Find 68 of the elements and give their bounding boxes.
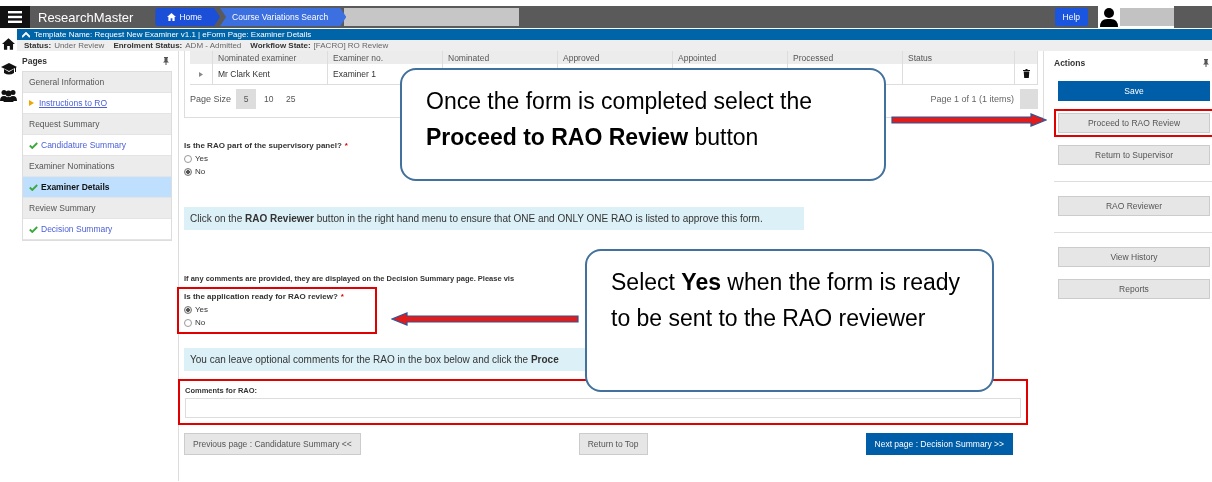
home-icon[interactable] [2, 38, 15, 50]
menu-icon[interactable] [0, 6, 30, 28]
action-button[interactable]: Return to Supervisor [1058, 145, 1210, 165]
pin-icon[interactable] [163, 57, 169, 65]
collapse-icon[interactable] [22, 31, 30, 38]
column-header[interactable]: Nominated [442, 51, 558, 64]
help-button[interactable]: Help [1054, 8, 1088, 26]
question-label: Is the RAO part of the supervisory panel? [184, 141, 342, 150]
nav-button[interactable]: Previous page : Candidature Summary << [184, 433, 361, 455]
option-label: Yes [195, 305, 209, 314]
expand-icon[interactable] [199, 72, 203, 77]
user-icon [1100, 7, 1118, 27]
required-mark: * [340, 292, 344, 301]
action-button[interactable]: RAO Reviewer [1058, 196, 1210, 216]
option-label: Yes [195, 154, 209, 163]
sidebar-group: Request Summary [23, 114, 171, 135]
nav-button[interactable]: Return to Top [578, 433, 648, 455]
status-value: [FACRO] RO Review [313, 41, 389, 50]
home-icon [167, 13, 177, 21]
column-header[interactable]: Status [902, 51, 1015, 64]
column-header[interactable]: Processed [787, 51, 903, 64]
option-label: No [195, 318, 206, 327]
status-value: Under Review [54, 41, 105, 50]
radio-button[interactable] [184, 167, 192, 176]
required-mark: * [344, 141, 348, 150]
trash-icon[interactable] [1022, 68, 1030, 78]
breadcrumb[interactable]: Home [155, 8, 221, 26]
page-size-label: Page Size [190, 94, 232, 104]
sidebar-title: Pages [22, 56, 48, 66]
column-header[interactable]: Nominated examiner [212, 51, 328, 64]
radio-button[interactable] [184, 154, 192, 163]
callout: Select Yes when the form is ready to be sent to the RAO reviewer [585, 249, 994, 392]
action-button[interactable]: View History [1058, 247, 1210, 267]
column-header[interactable]: Appointed [672, 51, 788, 64]
info-note: Click on the RAO Reviewer button in the right hand menu to ensure that ONE and ONLY ONE RAO is listed to approve this form. [184, 207, 804, 230]
column-header[interactable]: Approved [557, 51, 673, 64]
column-header[interactable]: Examiner no. [327, 51, 443, 64]
template-title: Template Name: Request New Examiner v1.1 | eForm Page: Examiner Details [34, 30, 312, 39]
sidebar-group: Review Summary [23, 198, 171, 219]
status-label: Enrolment Status: [113, 41, 183, 50]
status-label: Workflow State: [250, 41, 311, 50]
pin-icon[interactable] [1203, 59, 1209, 67]
action-button[interactable]: Proceed to RAO Review [1058, 113, 1210, 133]
status-value: ADM - Admitted [185, 41, 242, 50]
comments-field[interactable] [185, 398, 1021, 418]
action-button[interactable]: Save [1058, 81, 1210, 101]
option-label: No [195, 167, 206, 176]
page-size-option[interactable]: 25 [280, 89, 301, 109]
callout: Once the form is completed select the Proceed to RAO Review button [400, 68, 886, 181]
page-size-option[interactable]: 10 [258, 89, 279, 109]
sidebar-group: Examiner Nominations [23, 156, 171, 177]
table-cell: Mr Clark Kent [212, 64, 328, 85]
breadcrumb[interactable]: Course Variations Search [220, 8, 347, 26]
user-menu[interactable] [1098, 6, 1174, 28]
app-title: ResearchMaster [38, 9, 134, 25]
sidebar-item[interactable]: Examiner Details [23, 177, 171, 198]
pager-info: Page 1 of 1 (1 items) [930, 94, 1014, 104]
sidebar-group: General Information [23, 72, 171, 93]
actions-title: Actions [1054, 58, 1086, 68]
action-button[interactable]: Reports [1058, 279, 1210, 299]
question-label: Is the application ready for RAO review? [184, 292, 338, 301]
graduation-cap-icon[interactable] [0, 63, 17, 76]
radio-button[interactable] [184, 305, 192, 314]
page-size-option[interactable]: 5 [236, 89, 257, 109]
radio-button[interactable] [184, 318, 192, 327]
nav-button[interactable]: Next page : Decision Summary >> [865, 433, 1013, 455]
status-label: Status: [24, 41, 52, 50]
people-icon[interactable] [0, 89, 17, 102]
